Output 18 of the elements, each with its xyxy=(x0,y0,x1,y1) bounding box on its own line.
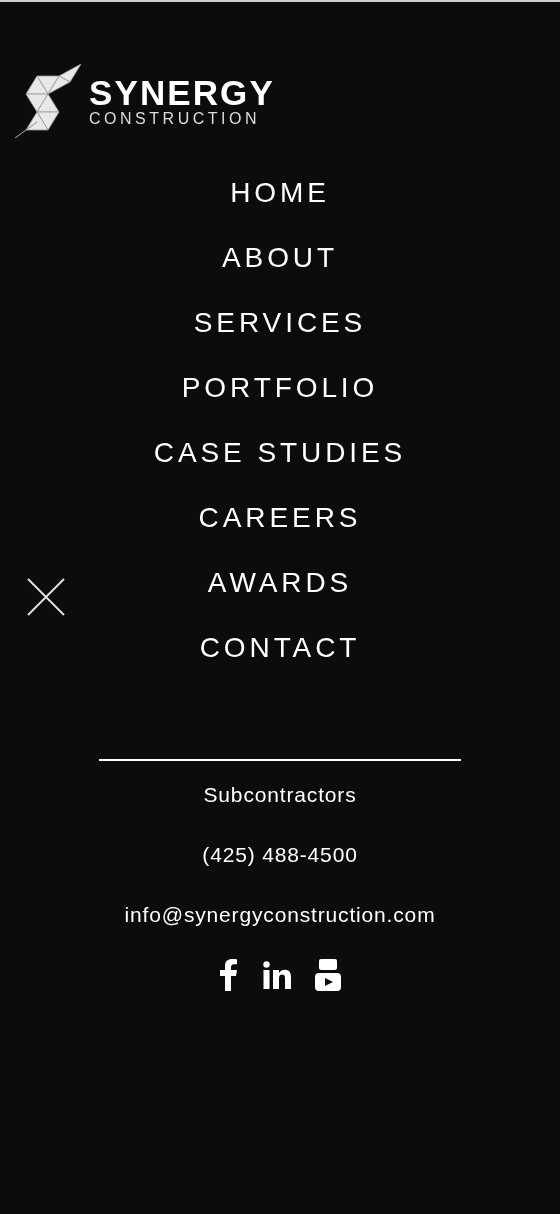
nav-link[interactable]: CAREERS xyxy=(198,485,362,550)
nav-link[interactable]: PORTFOLIO xyxy=(181,355,379,420)
nav-link[interactable]: SERVICES xyxy=(193,290,367,355)
nav-link[interactable]: HOME xyxy=(230,160,330,225)
nav-link[interactable]: CONTACT xyxy=(199,615,361,680)
facebook-icon[interactable] xyxy=(219,959,239,991)
video-icon[interactable] xyxy=(315,959,341,991)
linkedin-icon[interactable] xyxy=(263,961,291,989)
nav-link[interactable]: ABOUT xyxy=(221,225,339,290)
nav-link[interactable]: AWARDS xyxy=(207,550,353,615)
logo-wordmark: SYNERGY xyxy=(89,75,275,111)
nav-link[interactable]: CASE STUDIES xyxy=(153,420,407,485)
logo-tagline: CONSTRUCTION xyxy=(89,111,262,127)
footer-link[interactable]: info@synergyconstruction.com xyxy=(124,901,436,929)
footer-link[interactable]: Subcontractors xyxy=(203,781,357,809)
close-icon[interactable] xyxy=(27,578,65,616)
logo-icon xyxy=(15,64,81,138)
footer-link[interactable]: (425) 488-4500 xyxy=(202,841,358,869)
